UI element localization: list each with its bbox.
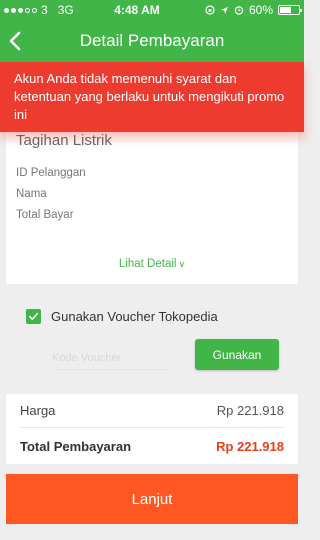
battery-percent: 60% [248, 3, 273, 17]
chevron-down-icon: ∨ [178, 259, 186, 269]
total-label: Total Pembayaran [20, 439, 132, 454]
status-time: 4:48 AM [114, 3, 160, 17]
field-customer-id: ID Pelanggan [16, 167, 86, 179]
price-label: Harga [20, 403, 56, 418]
price-row: Harga Rp 221.918 [20, 403, 284, 418]
voucher-label: Gunakan Voucher Tokopedia [51, 309, 218, 324]
total-value: Rp 221.918 [216, 439, 284, 454]
carrier-label: 3 [41, 3, 48, 17]
view-detail-link[interactable]: Lihat Detail ∨ [0, 258, 304, 270]
bill-title: Tagihan Listrik [16, 132, 112, 149]
summary-divider [20, 427, 284, 428]
chevron-left-icon [9, 31, 21, 51]
status-right: 60% [190, 3, 302, 17]
voucher-code-input[interactable] [52, 346, 170, 370]
promo-error-alert: Akun Anda tidak memenuhi syarat dan kete… [0, 62, 304, 132]
checkmark-icon [29, 312, 38, 321]
lock-rotation-icon [205, 5, 215, 15]
continue-button[interactable]: Lanjut [6, 474, 298, 524]
field-name: Nama [16, 188, 47, 200]
status-bar: 3 3G 4:48 AM 60% [0, 0, 304, 20]
app-bar: Detail Pembayaran [0, 20, 304, 62]
apply-voucher-button[interactable]: Gunakan [195, 339, 279, 370]
total-row: Total Pembayaran Rp 221.918 [20, 439, 284, 454]
signal-strength-icon [4, 7, 37, 13]
alarm-icon [234, 6, 244, 15]
view-detail-label: Lihat Detail [118, 258, 177, 270]
page-title: Detail Pembayaran [79, 31, 225, 50]
location-arrow-icon [220, 6, 229, 14]
voucher-checkbox[interactable] [26, 309, 41, 324]
back-button[interactable] [0, 20, 30, 62]
price-value: Rp 221.918 [216, 403, 284, 418]
network-type: 3G [57, 3, 74, 17]
field-total-bill: Total Bayar [16, 209, 74, 221]
battery-icon [278, 5, 302, 15]
